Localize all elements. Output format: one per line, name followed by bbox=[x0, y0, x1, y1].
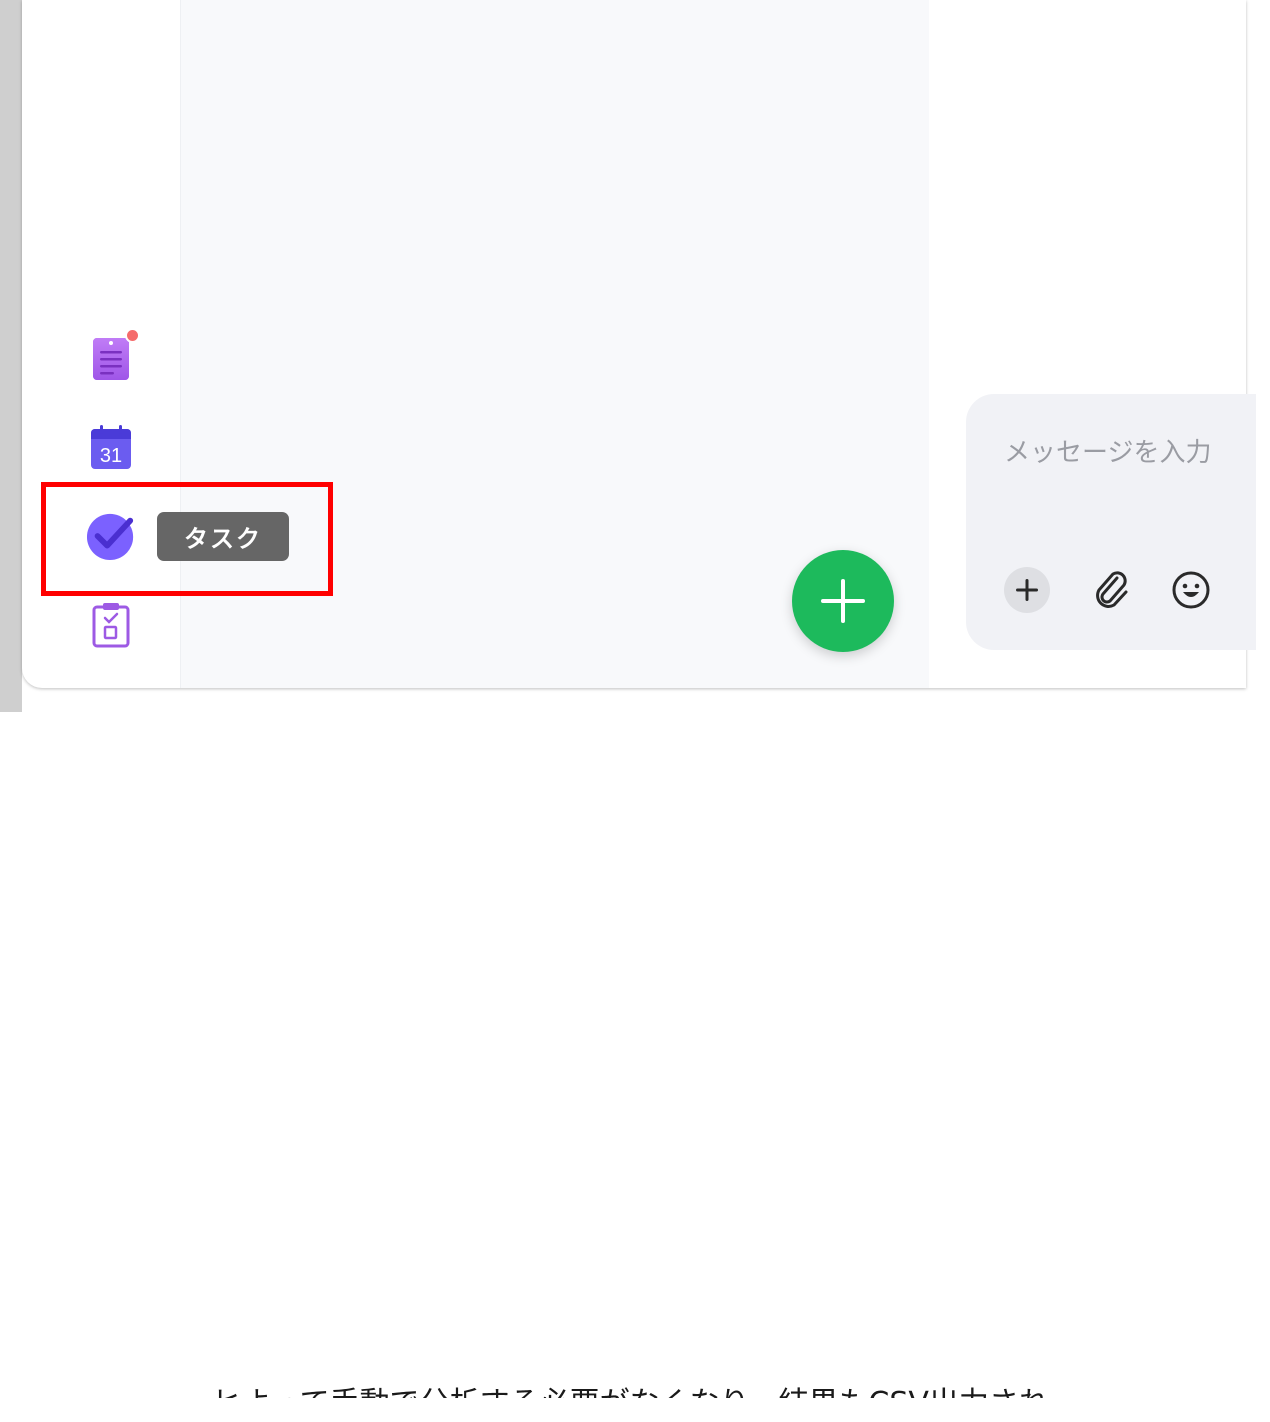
background-document: ヒよって手動で分析する必要がなくなり、結果もCSV出力され bbox=[0, 688, 1270, 1398]
smile-icon bbox=[1172, 571, 1210, 609]
emoji-button[interactable] bbox=[1168, 567, 1214, 613]
calendar-day: 31 bbox=[100, 445, 122, 467]
attach-file-button[interactable] bbox=[1089, 567, 1135, 613]
new-item-button[interactable] bbox=[792, 550, 894, 652]
calendar-icon: 31 bbox=[91, 425, 131, 469]
window-shadow bbox=[0, 0, 22, 712]
plus-icon bbox=[821, 579, 865, 623]
plus-icon bbox=[1016, 579, 1038, 601]
message-composer bbox=[966, 394, 1256, 650]
rail-item-clipboard[interactable] bbox=[86, 600, 136, 650]
notes-icon bbox=[93, 338, 129, 380]
clipboard-check-icon bbox=[92, 603, 130, 648]
paperclip-icon bbox=[1096, 571, 1128, 608]
notification-badge bbox=[125, 328, 140, 343]
rail-item-calendar[interactable]: 31 bbox=[86, 422, 136, 472]
highlight-box bbox=[41, 482, 333, 596]
message-input[interactable] bbox=[1004, 430, 1254, 476]
background-text: ヒよって手動で分析する必要がなくなり、結果もCSV出力され bbox=[212, 1386, 1049, 1421]
add-attachment-button[interactable] bbox=[1004, 567, 1050, 613]
rail-item-notes[interactable] bbox=[86, 328, 140, 384]
